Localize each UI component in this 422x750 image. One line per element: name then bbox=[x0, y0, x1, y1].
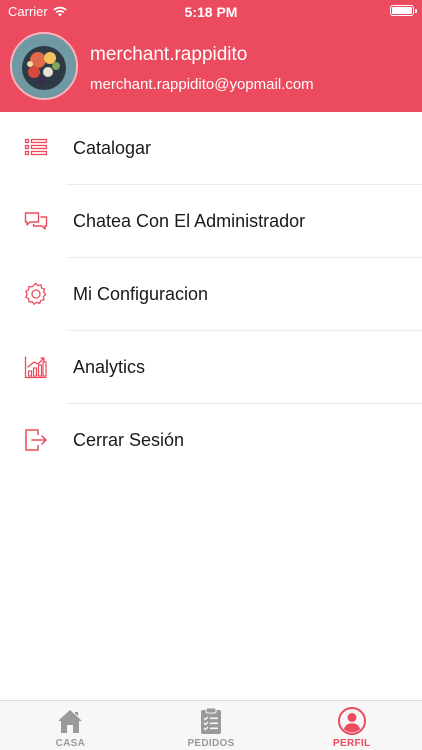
list-icon bbox=[24, 138, 48, 156]
tab-pedidos[interactable]: PEDIDOS bbox=[141, 701, 282, 750]
menu-item-settings[interactable]: Mi Configuracion bbox=[0, 258, 422, 331]
status-bar: Carrier 5:18 PM bbox=[0, 0, 422, 22]
menu-item-analytics[interactable]: Analytics bbox=[0, 331, 422, 404]
menu-item-catalogar[interactable]: Catalogar bbox=[0, 112, 422, 185]
menu-item-label: Analytics bbox=[73, 357, 146, 377]
tab-label: CASA bbox=[55, 738, 86, 749]
home-icon bbox=[58, 710, 83, 733]
tab-bar: CASA PEDIDOS PERFIL bbox=[0, 700, 422, 750]
user-icon bbox=[337, 707, 366, 735]
chat-icon bbox=[24, 212, 48, 230]
menu-item-logout[interactable]: Cerrar Sesión bbox=[0, 404, 422, 477]
profile-header: Carrier 5:18 PM merchant.rappidito merch… bbox=[0, 0, 422, 112]
tab-casa[interactable]: CASA bbox=[0, 701, 141, 750]
avatar[interactable] bbox=[10, 32, 78, 100]
chart-icon bbox=[24, 356, 47, 379]
profile-email: merchant.rappidito@yopmail.com bbox=[90, 76, 314, 93]
tab-label: PEDIDOS bbox=[187, 738, 235, 749]
logout-icon bbox=[25, 429, 47, 451]
menu-item-label: Catalogar bbox=[73, 138, 152, 158]
gear-icon bbox=[25, 282, 47, 305]
clipboard-icon bbox=[201, 707, 221, 734]
menu-item-label: Cerrar Sesión bbox=[73, 430, 185, 450]
clock: 5:18 PM bbox=[184, 4, 238, 20]
avatar-image bbox=[12, 34, 76, 98]
profile-username: merchant.rappidito bbox=[90, 44, 248, 65]
profile-menu: Catalogar Chatea Con El Administrador Mi… bbox=[0, 112, 422, 477]
menu-item-chat-admin[interactable]: Chatea Con El Administrador bbox=[0, 185, 422, 258]
menu-item-label: Mi Configuracion bbox=[73, 284, 209, 304]
tab-label: PERFIL bbox=[333, 738, 371, 749]
battery-icon bbox=[390, 5, 417, 16]
tab-perfil[interactable]: PERFIL bbox=[281, 701, 422, 750]
menu-item-label: Chatea Con El Administrador bbox=[73, 211, 306, 231]
